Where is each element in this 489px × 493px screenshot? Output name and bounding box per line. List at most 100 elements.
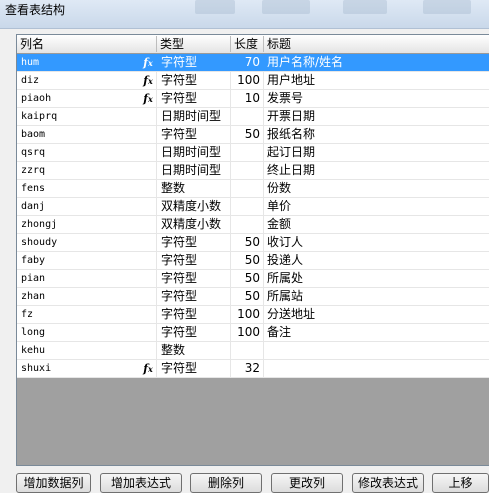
column-type-cell[interactable]: 双精度小数	[157, 216, 231, 233]
header-type[interactable]: 类型	[157, 36, 231, 52]
column-length-cell[interactable]: 70	[231, 54, 264, 71]
column-title-cell[interactable]: 金额	[264, 216, 489, 233]
column-type-cell[interactable]: 字符型	[157, 126, 231, 143]
column-length-cell[interactable]: 100	[231, 72, 264, 89]
column-length-cell[interactable]: 10	[231, 90, 264, 107]
table-row[interactable]: qsrq 日期时间型 起订日期	[17, 144, 489, 162]
column-title-cell[interactable]	[264, 360, 489, 377]
column-length-cell[interactable]	[231, 342, 264, 359]
column-type-cell[interactable]: 字符型	[157, 270, 231, 287]
column-title-cell[interactable]: 终止日期	[264, 162, 489, 179]
column-title-cell[interactable]: 份数	[264, 180, 489, 197]
header-title[interactable]: 标题	[264, 36, 489, 52]
header-name[interactable]: 列名	[17, 36, 157, 52]
column-type-cell[interactable]: 日期时间型	[157, 162, 231, 179]
column-type-cell[interactable]: 双精度小数	[157, 198, 231, 215]
column-length-cell[interactable]: 50	[231, 126, 264, 143]
column-title-cell[interactable]: 起订日期	[264, 144, 489, 161]
table-row[interactable]: danj 双精度小数 单价	[17, 198, 489, 216]
column-name-cell[interactable]: shoudy	[17, 234, 157, 251]
column-name-cell[interactable]: diz	[17, 72, 157, 89]
column-title-cell[interactable]: 开票日期	[264, 108, 489, 125]
column-type-cell[interactable]: 字符型	[157, 252, 231, 269]
column-title-cell[interactable]: 分送地址	[264, 306, 489, 323]
table-row[interactable]: diz 字符型 100 用户地址 fx	[17, 72, 489, 90]
column-type-cell[interactable]: 字符型	[157, 360, 231, 377]
column-type-cell[interactable]: 日期时间型	[157, 144, 231, 161]
column-type-cell[interactable]: 日期时间型	[157, 108, 231, 125]
column-type-cell[interactable]: 整数	[157, 342, 231, 359]
column-name-cell[interactable]: zhongj	[17, 216, 157, 233]
column-length-cell[interactable]	[231, 108, 264, 125]
table-row[interactable]: fz 字符型 100 分送地址	[17, 306, 489, 324]
column-name-cell[interactable]: long	[17, 324, 157, 341]
table-row[interactable]: baom 字符型 50 报纸名称	[17, 126, 489, 144]
column-type-cell[interactable]: 字符型	[157, 234, 231, 251]
column-name-cell[interactable]: baom	[17, 126, 157, 143]
column-name-cell[interactable]: pian	[17, 270, 157, 287]
column-length-cell[interactable]	[231, 180, 264, 197]
column-title-cell[interactable]: 所属站	[264, 288, 489, 305]
column-name-cell[interactable]: faby	[17, 252, 157, 269]
column-length-cell[interactable]: 50	[231, 234, 264, 251]
column-type-cell[interactable]: 字符型	[157, 324, 231, 341]
column-name-cell[interactable]: shuxi	[17, 360, 157, 377]
column-type-cell[interactable]: 字符型	[157, 288, 231, 305]
column-name-cell[interactable]: danj	[17, 198, 157, 215]
column-length-cell[interactable]	[231, 198, 264, 215]
column-name-cell[interactable]: fens	[17, 180, 157, 197]
table-row[interactable]: piaoh 字符型 10 发票号 fx	[17, 90, 489, 108]
column-length-cell[interactable]	[231, 216, 264, 233]
table-row[interactable]: pian 字符型 50 所属处	[17, 270, 489, 288]
add-expression-button[interactable]: 增加表达式	[100, 473, 182, 493]
column-name-cell[interactable]: qsrq	[17, 144, 157, 161]
column-type-cell[interactable]: 字符型	[157, 90, 231, 107]
column-length-cell[interactable]: 100	[231, 306, 264, 323]
table-row[interactable]: shuxi 字符型 32 fx	[17, 360, 489, 378]
column-type-cell[interactable]: 字符型	[157, 72, 231, 89]
column-title-cell[interactable]: 单价	[264, 198, 489, 215]
column-name-cell[interactable]: kaiprq	[17, 108, 157, 125]
column-type-cell[interactable]: 整数	[157, 180, 231, 197]
column-length-cell[interactable]	[231, 144, 264, 161]
column-title-cell[interactable]: 报纸名称	[264, 126, 489, 143]
structure-grid[interactable]: 列名 类型 长度 标题 hum 字符型 70 用户名称/姓名 fx diz 字符型 100 用户…	[16, 34, 489, 466]
table-row[interactable]: zhongj 双精度小数 金额	[17, 216, 489, 234]
modify-expression-button[interactable]: 修改表达式	[352, 473, 424, 493]
modify-column-button[interactable]: 更改列	[271, 473, 343, 493]
table-row[interactable]: long 字符型 100 备注	[17, 324, 489, 342]
column-name-cell[interactable]: piaoh	[17, 90, 157, 107]
column-title-cell[interactable]: 投递人	[264, 252, 489, 269]
table-row[interactable]: hum 字符型 70 用户名称/姓名 fx	[17, 54, 489, 72]
column-name-cell[interactable]: zzrq	[17, 162, 157, 179]
column-name-cell[interactable]: kehu	[17, 342, 157, 359]
column-length-cell[interactable]: 50	[231, 252, 264, 269]
table-row[interactable]: faby 字符型 50 投递人	[17, 252, 489, 270]
add-data-column-button[interactable]: 增加数据列	[16, 473, 91, 493]
table-row[interactable]: zzrq 日期时间型 终止日期	[17, 162, 489, 180]
column-title-cell[interactable]: 发票号	[264, 90, 489, 107]
table-row[interactable]: zhan 字符型 50 所属站	[17, 288, 489, 306]
header-length[interactable]: 长度	[231, 36, 264, 52]
delete-column-button[interactable]: 删除列	[190, 473, 262, 493]
table-row[interactable]: fens 整数 份数	[17, 180, 489, 198]
column-title-cell[interactable]	[264, 342, 489, 359]
column-type-cell[interactable]: 字符型	[157, 54, 231, 71]
column-title-cell[interactable]: 收订人	[264, 234, 489, 251]
column-title-cell[interactable]: 所属处	[264, 270, 489, 287]
column-length-cell[interactable]: 100	[231, 324, 264, 341]
column-type-cell[interactable]: 字符型	[157, 306, 231, 323]
column-name-cell[interactable]: zhan	[17, 288, 157, 305]
column-length-cell[interactable]	[231, 162, 264, 179]
column-length-cell[interactable]: 50	[231, 288, 264, 305]
column-name-cell[interactable]: hum	[17, 54, 157, 71]
table-row[interactable]: kaiprq 日期时间型 开票日期	[17, 108, 489, 126]
table-row[interactable]: shoudy 字符型 50 收订人	[17, 234, 489, 252]
column-name-cell[interactable]: fz	[17, 306, 157, 323]
column-title-cell[interactable]: 用户名称/姓名	[264, 54, 489, 71]
column-length-cell[interactable]: 50	[231, 270, 264, 287]
table-row[interactable]: kehu 整数	[17, 342, 489, 360]
column-title-cell[interactable]: 用户地址	[264, 72, 489, 89]
column-title-cell[interactable]: 备注	[264, 324, 489, 341]
move-up-button[interactable]: 上移	[432, 473, 489, 493]
